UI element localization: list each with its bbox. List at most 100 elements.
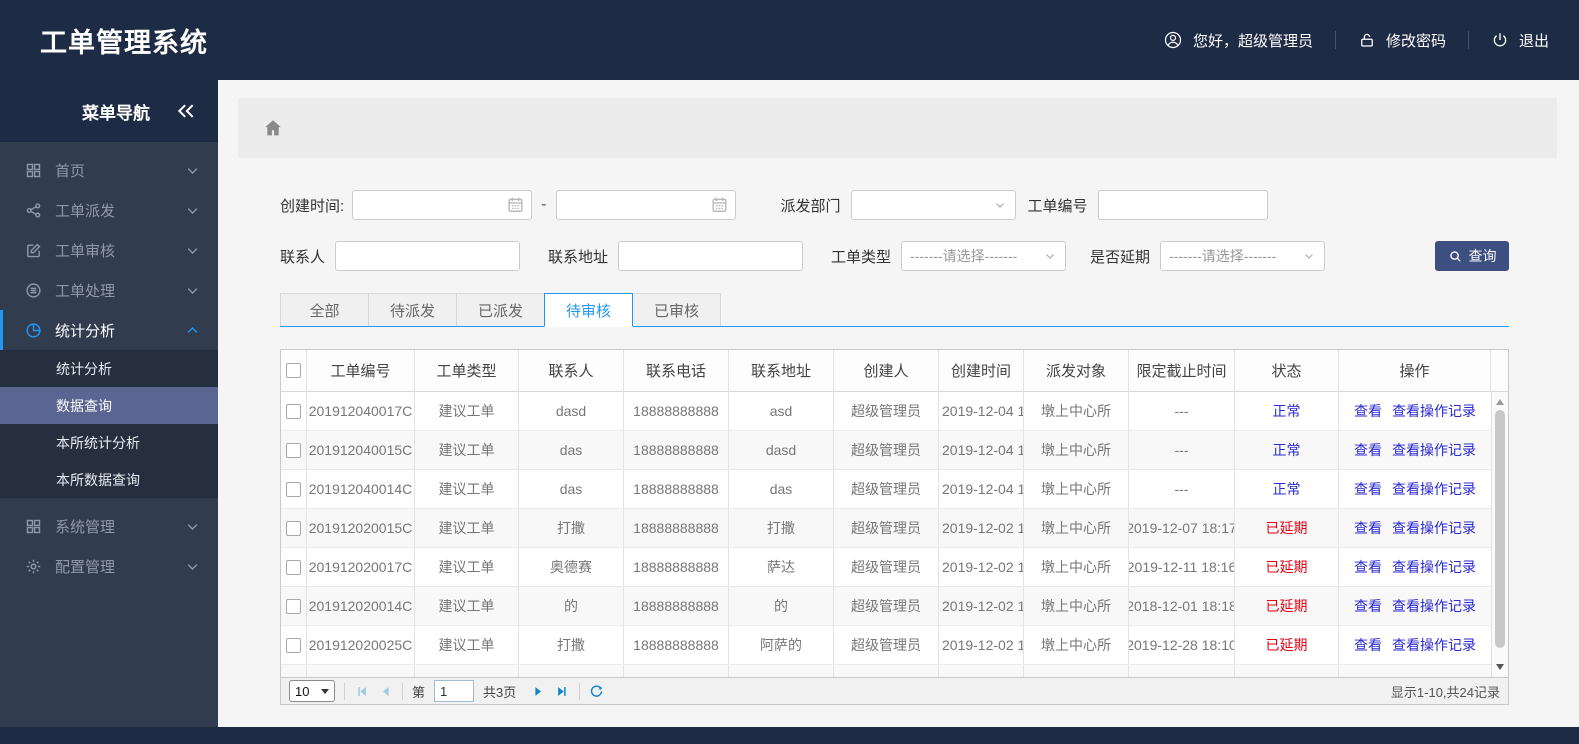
contact-input[interactable] (335, 241, 521, 271)
row-checkbox[interactable] (286, 598, 301, 614)
tab-all[interactable]: 全部 (280, 293, 369, 326)
header-divider (1334, 31, 1336, 49)
scrollbar-down-arrow[interactable] (1492, 659, 1508, 675)
cell-created: 2019-12-02 17 (939, 626, 1024, 664)
status-badge: 已延期 (1265, 559, 1308, 575)
previous-page-button[interactable] (378, 684, 393, 699)
cell-order-no: 201912020015C (307, 509, 415, 547)
sidebar-item-dispatch[interactable]: 工单派发 (0, 190, 218, 230)
view-link[interactable]: 查看 (1354, 440, 1382, 460)
chevron-down-icon (185, 519, 200, 534)
order-no-input[interactable] (1097, 190, 1268, 220)
view-link[interactable]: 查看 (1354, 596, 1382, 616)
first-page-button[interactable] (354, 684, 369, 699)
row-checkbox[interactable] (286, 520, 301, 536)
cell-target: 墩上中心所 (1024, 470, 1129, 508)
page-size-select[interactable]: 10 (289, 680, 335, 702)
cell-actions (1339, 665, 1491, 677)
sidebar-item-label: 工单审核 (55, 242, 116, 260)
view-link[interactable]: 查看 (1354, 479, 1382, 499)
cell-creator: 超级管理员 (834, 626, 939, 664)
view-log-link[interactable]: 查看操作记录 (1392, 596, 1476, 616)
view-log-link[interactable]: 查看操作记录 (1392, 440, 1476, 460)
change-password-link[interactable]: 修改密码 (1358, 30, 1446, 51)
select-all-checkbox-cell (281, 350, 307, 391)
submenu-item-statistics[interactable]: 统计分析 (0, 350, 218, 387)
cell-type (415, 665, 519, 677)
create-time-from-input[interactable] (352, 190, 533, 220)
page-number-input[interactable] (434, 680, 475, 702)
dispatch-dept-select[interactable] (850, 190, 1016, 220)
sidebar-collapse-icon[interactable] (176, 101, 196, 121)
view-log-link[interactable]: 查看操作记录 (1392, 557, 1476, 577)
cell-deadline: --- (1129, 431, 1235, 469)
scrollbar-thumb[interactable] (1495, 410, 1505, 648)
table-row: 201912040015C 建议工单 das 18888888888 dasd … (281, 431, 1491, 470)
cell-contact: 打撒 (519, 626, 624, 664)
home-icon[interactable] (262, 117, 284, 139)
checkbox-cell (281, 587, 307, 625)
sidebar-item-review[interactable]: 工单审核 (0, 230, 218, 270)
view-log-link[interactable]: 查看操作记录 (1392, 635, 1476, 655)
edit-icon (25, 242, 42, 259)
row-checkbox[interactable] (286, 442, 301, 458)
tab-dispatched[interactable]: 已派发 (456, 293, 545, 326)
calendar-icon[interactable] (710, 195, 729, 214)
table-row: 201912040014C 建议工单 das 18888888888 das 超… (281, 470, 1491, 509)
column-header: 工单编号 (307, 350, 415, 391)
tab-reviewed[interactable]: 已审核 (632, 293, 721, 326)
cell-status: 已延期 (1235, 509, 1339, 547)
order-type-label: 工单类型 (831, 248, 892, 266)
cell-creator: 超级管理员 (834, 548, 939, 586)
cell-address: 的 (729, 587, 834, 625)
view-log-link[interactable]: 查看操作记录 (1392, 518, 1476, 538)
sidebar-item-statistics[interactable]: 统计分析 (0, 310, 218, 350)
pager-separator (579, 682, 581, 700)
submenu-item-local-statistics[interactable]: 本所统计分析 (0, 424, 218, 461)
sidebar-item-system[interactable]: 系统管理 (0, 506, 218, 546)
cell-phone: 18888888888 (624, 470, 729, 508)
column-header: 联系人 (519, 350, 624, 391)
last-page-button[interactable] (555, 684, 570, 699)
sidebar-item-label: 统计分析 (55, 322, 116, 340)
view-log-link[interactable]: 查看操作记录 (1392, 479, 1476, 499)
row-checkbox[interactable] (286, 559, 301, 575)
user-greeting[interactable]: 您好，超级管理员 (1163, 30, 1313, 51)
row-checkbox[interactable] (286, 676, 301, 677)
calendar-icon[interactable] (506, 195, 525, 214)
row-checkbox[interactable] (286, 403, 301, 419)
address-input[interactable] (618, 241, 804, 271)
order-type-select[interactable]: -------请选择------- (901, 241, 1067, 271)
view-link[interactable]: 查看 (1354, 635, 1382, 655)
search-button[interactable]: 查询 (1435, 241, 1509, 271)
submenu-item-label: 统计分析 (56, 360, 112, 377)
view-log-link[interactable]: 查看操作记录 (1392, 401, 1476, 421)
delay-select[interactable]: -------请选择------- (1160, 241, 1326, 271)
cell-type: 建议工单 (415, 626, 519, 664)
create-time-to-input[interactable] (555, 190, 736, 220)
row-checkbox[interactable] (286, 637, 301, 653)
next-page-button[interactable] (531, 684, 546, 699)
submenu-item-local-data-query[interactable]: 本所数据查询 (0, 461, 218, 498)
view-link[interactable]: 查看 (1354, 557, 1382, 577)
gear-icon (25, 558, 42, 575)
checkbox-cell (281, 509, 307, 547)
tab-pending-review[interactable]: 待审核 (544, 293, 633, 327)
table-vertical-scrollbar[interactable] (1491, 392, 1508, 677)
logout-link[interactable]: 退出 (1491, 30, 1549, 51)
row-checkbox[interactable] (286, 481, 301, 497)
sidebar-item-home[interactable]: 首页 (0, 150, 218, 190)
select-all-checkbox[interactable] (286, 363, 301, 378)
cell-creator: 超级管理员 (834, 470, 939, 508)
sidebar-item-label: 配置管理 (55, 558, 116, 576)
sidebar-item-config[interactable]: 配置管理 (0, 546, 218, 586)
view-link[interactable]: 查看 (1354, 518, 1382, 538)
submenu-item-data-query[interactable]: 数据查询 (0, 387, 218, 424)
scrollbar-up-arrow[interactable] (1492, 394, 1508, 410)
record-count-summary: 显示1-10,共24记录 (1390, 684, 1500, 700)
cell-target: 墩上中心所 (1024, 587, 1129, 625)
view-link[interactable]: 查看 (1354, 401, 1382, 421)
refresh-button[interactable] (589, 684, 604, 699)
sidebar-item-process[interactable]: 工单处理 (0, 270, 218, 310)
tab-pending-dispatch[interactable]: 待派发 (368, 293, 457, 326)
